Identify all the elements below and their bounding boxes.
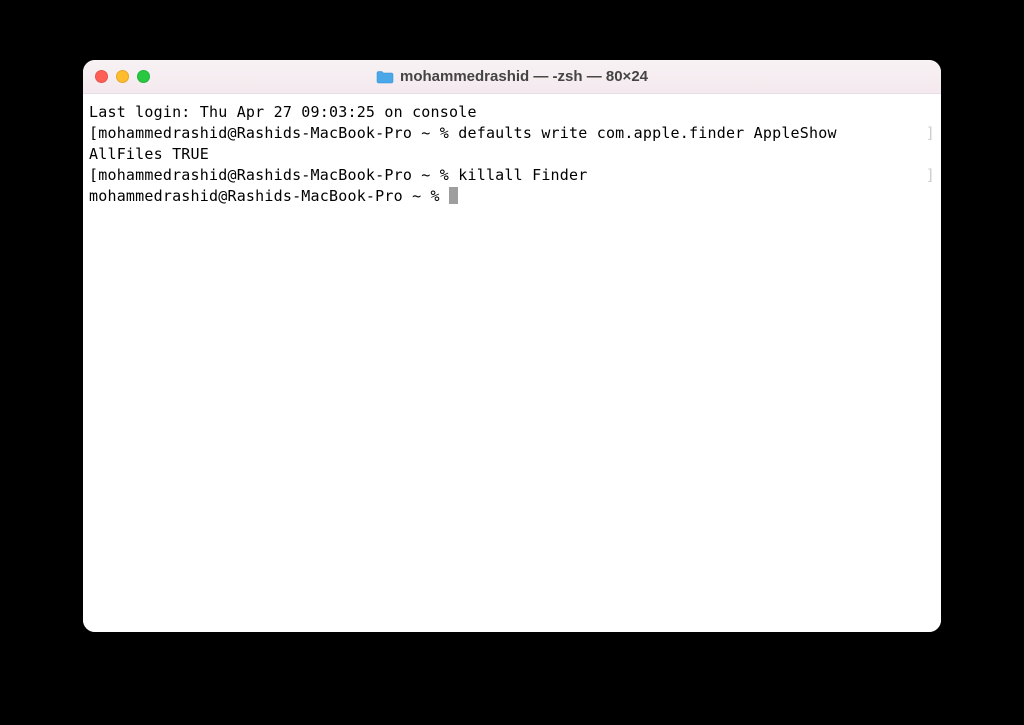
terminal-line-last-login: Last login: Thu Apr 27 09:03:25 on conso…	[89, 102, 935, 123]
window-title-container: mohammedrashid — -zsh — 80×24	[376, 68, 648, 85]
terminal-line-cmd1-wrap: AllFiles TRUE	[89, 144, 935, 165]
close-button[interactable]	[95, 70, 108, 83]
terminal-line-cmd1: [mohammedrashid@Rashids-MacBook-Pro ~ % …	[89, 123, 935, 144]
folder-icon	[376, 70, 394, 84]
terminal-line-prompt: mohammedrashid@Rashids-MacBook-Pro ~ %	[89, 186, 935, 207]
minimize-button[interactable]	[116, 70, 129, 83]
terminal-body[interactable]: Last login: Thu Apr 27 09:03:25 on conso…	[83, 94, 941, 632]
title-bar[interactable]: mohammedrashid — -zsh — 80×24	[83, 60, 941, 94]
terminal-window: mohammedrashid — -zsh — 80×24 Last login…	[83, 60, 941, 632]
traffic-lights	[95, 70, 150, 83]
maximize-button[interactable]	[137, 70, 150, 83]
cursor	[449, 187, 458, 204]
terminal-line-cmd2: [mohammedrashid@Rashids-MacBook-Pro ~ % …	[89, 165, 935, 186]
window-title: mohammedrashid — -zsh — 80×24	[400, 68, 648, 85]
